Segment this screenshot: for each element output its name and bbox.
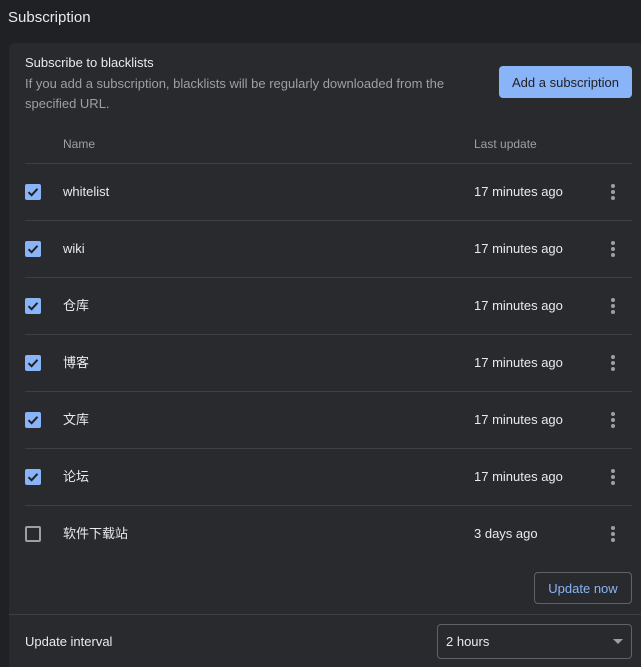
menu-dot xyxy=(611,532,615,536)
menu-dot xyxy=(611,355,615,359)
check-icon xyxy=(27,302,39,311)
table-row: 文库 17 minutes ago xyxy=(25,392,632,449)
section-title: Subscribe to blacklists xyxy=(25,55,154,70)
check-icon xyxy=(27,416,39,425)
menu-dot xyxy=(611,298,615,302)
update-interval-select[interactable]: 2 hours xyxy=(437,624,632,659)
more-vert-icon[interactable] xyxy=(601,178,625,206)
table-row: 仓库 17 minutes ago xyxy=(25,278,632,335)
menu-dot xyxy=(611,253,615,257)
subscription-name: 博客 xyxy=(63,355,90,370)
menu-dot xyxy=(611,304,615,308)
table-header: Name Last update xyxy=(25,127,632,164)
subscription-name: 软件下载站 xyxy=(63,526,129,541)
subscription-last-update: 17 minutes ago xyxy=(474,298,563,313)
update-interval-label: Update interval xyxy=(25,634,113,649)
subscription-checkbox[interactable] xyxy=(25,298,41,314)
table-row: 软件下载站 3 days ago xyxy=(25,506,632,562)
subscription-last-update: 17 minutes ago xyxy=(474,355,563,370)
check-icon xyxy=(27,245,39,254)
menu-dot xyxy=(611,481,615,485)
menu-dot xyxy=(611,526,615,530)
subscription-checkbox[interactable] xyxy=(25,526,41,542)
check-icon xyxy=(27,359,39,368)
table-row: 博客 17 minutes ago xyxy=(25,335,632,392)
divider xyxy=(9,614,641,615)
more-vert-icon[interactable] xyxy=(601,235,625,263)
subscription-name: 仓库 xyxy=(63,298,90,313)
menu-dot xyxy=(611,310,615,314)
subscription-checkbox[interactable] xyxy=(25,469,41,485)
menu-dot xyxy=(611,196,615,200)
table-row: wiki 17 minutes ago xyxy=(25,221,632,278)
more-vert-icon[interactable] xyxy=(601,406,625,434)
column-header-name: Name xyxy=(63,137,96,151)
subscription-list: whitelist 17 minutes ago wiki 17 minutes ag… xyxy=(25,164,632,562)
menu-dot xyxy=(611,241,615,245)
column-header-last-update: Last update xyxy=(474,137,537,151)
caret-down-icon xyxy=(613,639,623,644)
subscription-name: whitelist xyxy=(63,184,110,199)
menu-dot xyxy=(611,475,615,479)
menu-dot xyxy=(611,538,615,542)
more-vert-icon[interactable] xyxy=(601,292,625,320)
subscription-checkbox[interactable] xyxy=(25,412,41,428)
more-vert-icon[interactable] xyxy=(601,520,625,548)
subscription-name: 文库 xyxy=(63,412,90,427)
menu-dot xyxy=(611,469,615,473)
subscription-name: 论坛 xyxy=(63,469,90,484)
subscription-last-update: 17 minutes ago xyxy=(474,241,563,256)
subscription-last-update: 3 days ago xyxy=(474,526,538,541)
table-row: 论坛 17 minutes ago xyxy=(25,449,632,506)
page-title: Subscription xyxy=(8,9,91,26)
subscription-checkbox[interactable] xyxy=(25,184,41,200)
menu-dot xyxy=(611,184,615,188)
check-icon xyxy=(27,473,39,482)
add-subscription-button[interactable]: Add a subscription xyxy=(499,66,632,98)
menu-dot xyxy=(611,418,615,422)
subscription-checkbox[interactable] xyxy=(25,241,41,257)
subscription-last-update: 17 minutes ago xyxy=(474,412,563,427)
menu-dot xyxy=(611,424,615,428)
more-vert-icon[interactable] xyxy=(601,349,625,377)
subscription-name: wiki xyxy=(63,241,85,256)
section-description: If you add a subscription, blacklists wi… xyxy=(25,76,445,111)
update-interval-value: 2 hours xyxy=(446,634,490,649)
subscription-checkbox[interactable] xyxy=(25,355,41,371)
subscription-last-update: 17 minutes ago xyxy=(474,469,563,484)
check-icon xyxy=(27,188,39,197)
menu-dot xyxy=(611,190,615,194)
subscription-card: Subscribe to blacklists If you add a sub… xyxy=(9,43,641,667)
subscription-last-update: 17 minutes ago xyxy=(474,184,563,199)
menu-dot xyxy=(611,412,615,416)
menu-dot xyxy=(611,361,615,365)
menu-dot xyxy=(611,367,615,371)
menu-dot xyxy=(611,247,615,251)
update-now-button[interactable]: Update now xyxy=(534,572,632,604)
table-row: whitelist 17 minutes ago xyxy=(25,164,632,221)
more-vert-icon[interactable] xyxy=(601,463,625,491)
